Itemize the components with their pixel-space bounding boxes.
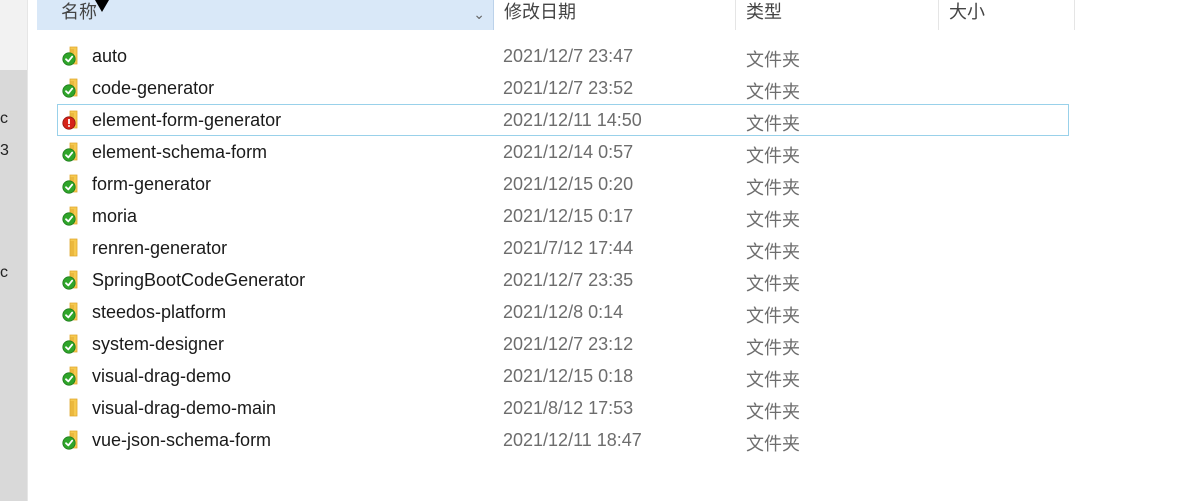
file-type: 文件夹	[746, 114, 800, 134]
column-header-date[interactable]: 修改日期	[494, 0, 736, 30]
file-name[interactable]: moria	[92, 206, 137, 227]
modified-date: 2021/12/15 0:20	[503, 174, 634, 194]
file-name[interactable]: element-form-generator	[92, 110, 281, 131]
file-type: 文件夹	[746, 178, 800, 198]
folder-git-ok-icon	[61, 142, 79, 162]
file-row[interactable]: form-generator 2021/12/15 0:20 文件夹	[57, 168, 1069, 200]
folder-git-ok-icon	[61, 206, 79, 226]
folder-git-ok-icon	[61, 270, 79, 290]
file-row[interactable]: system-designer 2021/12/7 23:12 文件夹	[57, 328, 1069, 360]
folder-git-ok-icon	[61, 78, 79, 98]
file-type: 文件夹	[746, 210, 800, 230]
chevron-down-icon[interactable]: ⌄	[473, 2, 485, 26]
modified-date: 2021/7/12 17:44	[503, 238, 634, 258]
file-type: 文件夹	[746, 306, 800, 326]
file-name[interactable]: renren-generator	[92, 238, 227, 259]
left-nav-pane-edge: c 3 c	[0, 0, 27, 501]
folder-git-ok-icon	[61, 302, 79, 322]
file-row[interactable]: visual-drag-demo 2021/12/15 0:18 文件夹	[57, 360, 1069, 392]
file-row[interactable]: code-generator 2021/12/7 23:52 文件夹	[57, 72, 1069, 104]
pane-divider[interactable]	[27, 0, 32, 501]
file-name[interactable]: auto	[92, 46, 127, 67]
modified-date: 2021/12/8 0:14	[503, 302, 624, 322]
file-name[interactable]: visual-drag-demo-main	[92, 398, 276, 419]
file-row[interactable]: SpringBootCodeGenerator 2021/12/7 23:35 文件…	[57, 264, 1069, 296]
folder-git-ok-icon	[61, 430, 79, 450]
file-type: 文件夹	[746, 370, 800, 390]
file-row[interactable]: element-schema-form 2021/12/14 0:57 文件夹	[57, 136, 1069, 168]
file-name[interactable]: vue-json-schema-form	[92, 430, 271, 451]
column-header-name-label: 名称	[61, 2, 97, 22]
column-header-bar: 名称 ⌄ 修改日期 类型 大小	[37, 0, 1075, 30]
file-type: 文件夹	[746, 242, 800, 262]
folder-git-ok-icon	[61, 174, 79, 194]
file-row[interactable]: moria 2021/12/15 0:17 文件夹	[57, 200, 1069, 232]
modified-date: 2021/12/7 23:12	[503, 334, 634, 354]
file-type: 文件夹	[746, 82, 800, 102]
file-name[interactable]: visual-drag-demo	[92, 366, 231, 387]
column-header-size[interactable]: 大小	[939, 0, 1075, 30]
file-row[interactable]: steedos-platform 2021/12/8 0:14 文件夹	[57, 296, 1069, 328]
file-row[interactable]: renren-generator 2021/7/12 17:44 文件夹	[57, 232, 1069, 264]
nav-text-fragment: c	[0, 110, 8, 127]
folder-git-ok-icon	[61, 366, 79, 386]
file-type: 文件夹	[746, 338, 800, 358]
folder-icon	[61, 398, 79, 418]
nav-text-fragment: 3	[0, 142, 9, 159]
modified-date: 2021/12/14 0:57	[503, 142, 634, 162]
file-row[interactable]: auto 2021/12/7 23:47 文件夹	[57, 40, 1069, 72]
mouse-cursor-icon	[95, 0, 109, 12]
file-name[interactable]: SpringBootCodeGenerator	[92, 270, 305, 291]
folder-icon	[61, 238, 79, 258]
folder-git-modified-icon	[61, 110, 79, 130]
nav-text-fragment: c	[0, 264, 8, 281]
column-header-type-label: 类型	[746, 2, 782, 22]
modified-date: 2021/12/7 23:52	[503, 78, 634, 98]
file-name[interactable]: steedos-platform	[92, 302, 226, 323]
file-type: 文件夹	[746, 146, 800, 166]
modified-date: 2021/12/15 0:17	[503, 206, 634, 226]
file-type: 文件夹	[746, 50, 800, 70]
nav-pane-scroll-area[interactable]	[0, 70, 27, 501]
file-row[interactable]: element-form-generator 2021/12/11 14:50 文件…	[57, 104, 1069, 136]
modified-date: 2021/12/15 0:18	[503, 366, 634, 386]
file-row[interactable]: vue-json-schema-form 2021/12/11 18:47 文件夹	[57, 424, 1069, 456]
file-name[interactable]: element-schema-form	[92, 142, 267, 163]
file-type: 文件夹	[746, 402, 800, 422]
modified-date: 2021/12/11 14:50	[503, 110, 642, 130]
modified-date: 2021/8/12 17:53	[503, 398, 634, 418]
folder-git-ok-icon	[61, 334, 79, 354]
folder-git-ok-icon	[61, 46, 79, 66]
file-name[interactable]: form-generator	[92, 174, 211, 195]
file-type: 文件夹	[746, 274, 800, 294]
modified-date: 2021/12/7 23:35	[503, 270, 634, 290]
column-header-type[interactable]: 类型	[736, 0, 939, 30]
file-name[interactable]: system-designer	[92, 334, 224, 355]
modified-date: 2021/12/7 23:47	[503, 46, 634, 66]
column-header-date-label: 修改日期	[504, 2, 576, 22]
file-list: auto 2021/12/7 23:47 文件夹 code-generator 2021…	[57, 40, 1069, 456]
modified-date: 2021/12/11 18:47	[503, 430, 642, 450]
file-name[interactable]: code-generator	[92, 78, 214, 99]
column-header-size-label: 大小	[949, 2, 985, 22]
file-row[interactable]: visual-drag-demo-main 2021/8/12 17:53 文件夹	[57, 392, 1069, 424]
file-type: 文件夹	[746, 434, 800, 454]
